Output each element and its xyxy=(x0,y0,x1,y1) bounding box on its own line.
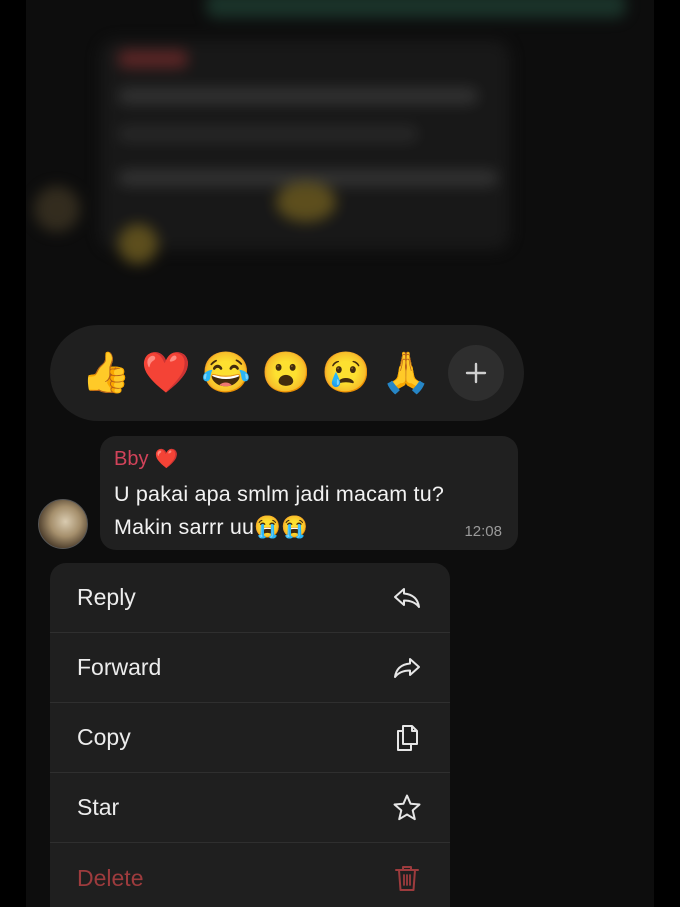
menu-item-label: Star xyxy=(77,794,120,820)
blurred-top-bar xyxy=(206,0,626,18)
star-icon xyxy=(390,791,424,825)
message-time: 12:08 xyxy=(464,523,502,540)
reaction-bar: 👍 ❤️ 😂 😮 😢 🙏 xyxy=(50,325,524,421)
message-bubble[interactable]: Bby ❤️ U pakai apa smlm jadi macam tu? M… xyxy=(100,436,518,550)
reply-icon xyxy=(390,581,424,615)
trash-icon xyxy=(390,861,424,895)
menu-item-star[interactable]: Star xyxy=(50,773,450,843)
menu-item-label: Forward xyxy=(77,654,162,680)
copy-icon xyxy=(390,721,424,755)
blurred-emoji xyxy=(118,224,158,264)
message-line-1: U pakai apa smlm jadi macam tu? xyxy=(114,482,445,506)
reaction-thumbs-up[interactable]: 👍 xyxy=(76,343,136,403)
blurred-avatar xyxy=(34,186,80,232)
reaction-pray[interactable]: 🙏 xyxy=(376,343,436,403)
message-context-menu: Reply Forward Copy Star Delete xyxy=(50,563,450,907)
reaction-surprised[interactable]: 😮 xyxy=(256,343,316,403)
message-text: U pakai apa smlm jadi macam tu? Makin sa… xyxy=(114,478,504,544)
menu-item-copy[interactable]: Copy xyxy=(50,703,450,773)
blurred-sender xyxy=(118,50,188,68)
plus-icon xyxy=(465,362,487,384)
menu-item-delete[interactable]: Delete xyxy=(50,843,450,907)
chat-screen: 👍 ❤️ 😂 😮 😢 🙏 Bby ❤️ U pakai apa smlm jad… xyxy=(26,0,654,907)
reaction-heart[interactable]: ❤️ xyxy=(136,343,196,403)
menu-item-label: Reply xyxy=(77,584,136,610)
blurred-emoji xyxy=(276,182,336,222)
sender-name-row: Bby ❤️ xyxy=(114,446,504,472)
sender-avatar[interactable] xyxy=(38,499,88,549)
menu-item-label: Delete xyxy=(77,864,144,891)
blurred-text-line xyxy=(118,126,418,142)
menu-item-reply[interactable]: Reply xyxy=(50,563,450,633)
message-line-2: Makin sarrr uu😭😭 xyxy=(114,515,309,539)
sender-heart-emoji: ❤️ xyxy=(154,449,179,470)
reaction-laughing[interactable]: 😂 xyxy=(196,343,256,403)
menu-item-label: Copy xyxy=(77,724,131,750)
more-reactions-button[interactable] xyxy=(448,345,504,401)
menu-item-forward[interactable]: Forward xyxy=(50,633,450,703)
forward-icon xyxy=(390,651,424,685)
sender-name: Bby xyxy=(114,447,149,470)
reaction-crying[interactable]: 😢 xyxy=(316,343,376,403)
blurred-text-line xyxy=(118,88,478,104)
